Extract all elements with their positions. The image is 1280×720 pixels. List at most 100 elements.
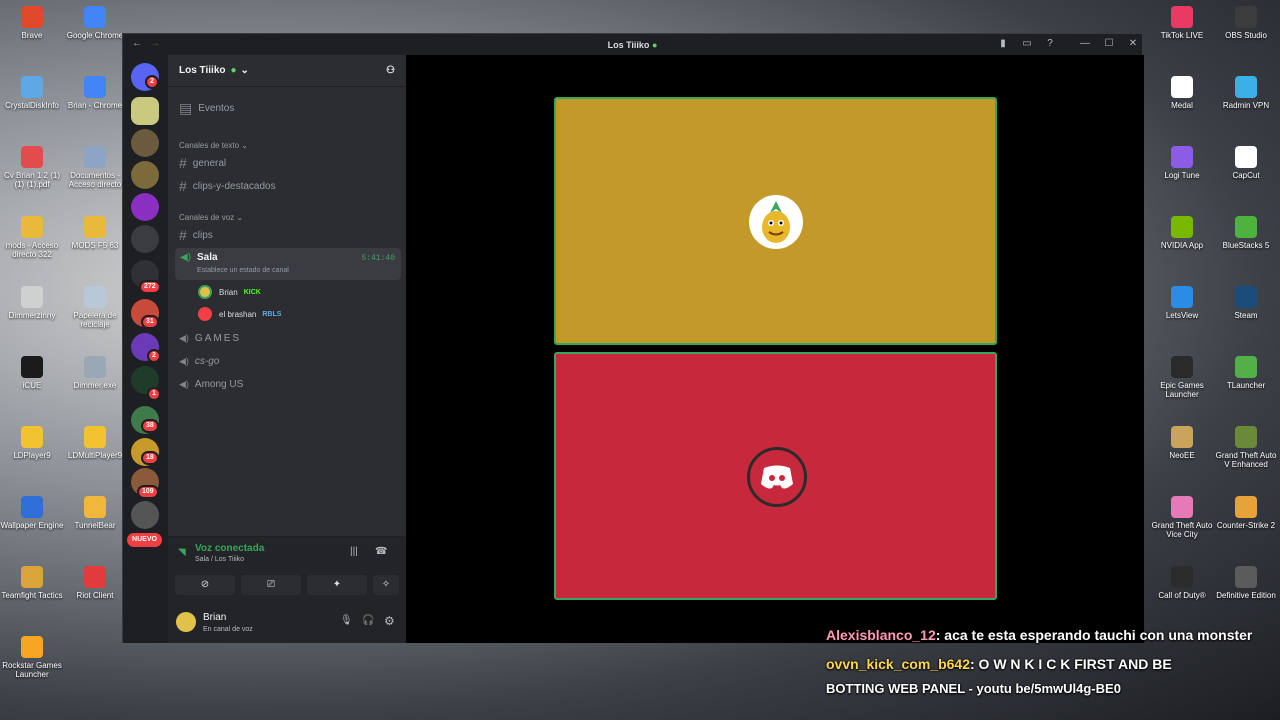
voice-timer: 5:41:40	[361, 254, 395, 263]
soundboard-button[interactable]: ✧	[373, 575, 399, 595]
app-icon	[1171, 356, 1193, 378]
headphones-icon[interactable]: 🎧	[362, 615, 374, 626]
desktop-icon[interactable]: LetsView	[1150, 286, 1214, 320]
hash-icon: #	[179, 227, 187, 243]
help-icon[interactable]: ?	[1044, 38, 1056, 50]
desktop-icon[interactable]: TLauncher	[1214, 356, 1278, 390]
desktop-icon[interactable]: Call of Duty®	[1150, 566, 1214, 600]
desktop-icon[interactable]: MODS F5 63	[63, 216, 127, 250]
server-icon-10[interactable]	[131, 501, 159, 529]
desktop-icon-label: LDMultiPlayer9	[67, 451, 123, 460]
desktop-icon[interactable]: Google Chrome	[63, 6, 127, 40]
channel-clips-y-destacados[interactable]: # clips-y-destacados	[179, 178, 276, 194]
desktop-icon[interactable]: Cv Brian 1 2 (1) (1) (1).pdf	[0, 146, 64, 189]
app-icon	[21, 566, 43, 588]
voice-participant-el-brashan[interactable]: el brashan RBLS	[198, 307, 281, 321]
desktop-icon[interactable]: Counter-Strike 2	[1214, 496, 1278, 530]
server-header[interactable]: Los Tiiiko ● ⌄ ⚇	[168, 55, 406, 87]
desktop-icon-label: LetsView	[1165, 311, 1199, 320]
channel-general[interactable]: # general	[179, 155, 226, 171]
maximize-button[interactable]: ☐	[1103, 38, 1115, 50]
activities-button[interactable]: ✦	[307, 575, 367, 595]
voice-participant-brian[interactable]: Brian KICK	[198, 285, 261, 299]
desktop-icon[interactable]: iCUE	[0, 356, 64, 390]
voice-category[interactable]: Canales de voz ⌄	[179, 213, 243, 222]
events-item[interactable]: ▤ Eventos	[179, 100, 234, 117]
app-icon	[1235, 356, 1257, 378]
desktop-icon[interactable]: NeoEE	[1150, 426, 1214, 460]
server-icon-2[interactable]	[131, 129, 159, 157]
server-icon-3[interactable]	[131, 161, 159, 189]
voice-channel-cs-go[interactable]: ◀) cs-go	[179, 356, 219, 367]
desktop-icon[interactable]: Epic Games Launcher	[1150, 356, 1214, 399]
desktop-icon[interactable]: Papelera de reciclaje	[63, 286, 127, 329]
rbls-tag: RBLS	[262, 310, 282, 318]
app-icon	[84, 356, 106, 378]
desktop-icon-label: Epic Games Launcher	[1160, 381, 1204, 399]
add-member-icon[interactable]: ⚇	[386, 65, 395, 76]
text-category[interactable]: Canales de texto ⌄	[179, 141, 248, 150]
server-folder-1[interactable]	[131, 225, 159, 253]
desktop-icon[interactable]: Grand Theft Auto Vice City	[1150, 496, 1214, 539]
desktop-icon[interactable]: BlueStacks 5	[1214, 216, 1278, 250]
desktop-icon[interactable]: Wallpaper Engine	[0, 496, 64, 530]
desktop-icon[interactable]: Dimmerzinny	[0, 286, 64, 320]
participant-name: Brian	[219, 287, 238, 297]
inbox-icon[interactable]: ▮	[997, 38, 1009, 50]
desktop-icon[interactable]: TunnelBear	[63, 496, 127, 530]
server-icon-los-tiiiko[interactable]	[131, 97, 159, 125]
desktop-icon[interactable]: Logi Tune	[1150, 146, 1214, 180]
desktop-icon[interactable]: Teamfight Tactics	[0, 566, 64, 600]
minimize-button[interactable]: —	[1079, 38, 1091, 50]
desktop-icon-label: OBS Studio	[1225, 31, 1267, 40]
desktop-icon-label: Radmin VPN	[1222, 101, 1270, 110]
desktop-icon[interactable]: Rockstar Games Launcher	[0, 636, 64, 679]
desktop-icon-label: Documentos - Acceso directo	[68, 171, 122, 189]
chat-user: ovvn_kick_com_b642	[826, 656, 970, 672]
server-icon-4[interactable]	[131, 193, 159, 221]
participant-tile-brian[interactable]	[554, 97, 997, 345]
noise-suppression-icon[interactable]: |||	[350, 546, 358, 557]
desktop-icon-label: Brave	[21, 31, 43, 40]
desktop-icon[interactable]: Definitive Edition	[1214, 566, 1278, 600]
desktop-icon[interactable]: Steam	[1214, 286, 1278, 320]
new-badge[interactable]: NUEVO	[127, 533, 162, 547]
desktop-icon[interactable]: LDPlayer9	[0, 426, 64, 460]
participant-tile-el-brashan[interactable]	[554, 352, 997, 600]
desktop-icon[interactable]: mods - Acceso directo 322	[0, 216, 64, 259]
desktop-icon[interactable]: TikTok LIVE	[1150, 6, 1214, 40]
desktop-icon[interactable]: OBS Studio	[1214, 6, 1278, 40]
user-avatar[interactable]	[176, 612, 196, 632]
screen-icon[interactable]: ▭	[1021, 38, 1033, 50]
desktop-icon[interactable]: NVIDIA App	[1150, 216, 1214, 250]
desktop-icon[interactable]: CapCut	[1214, 146, 1278, 180]
voice-channel-games[interactable]: ◀) GAMES	[179, 333, 241, 344]
app-icon	[84, 216, 106, 238]
camera-toggle-button[interactable]: ⊘	[175, 575, 235, 595]
desktop-icon[interactable]: Brian - Chrome	[63, 76, 127, 110]
voice-location[interactable]: Sala / Los Tiiiko	[195, 556, 244, 563]
desktop-icon[interactable]: Riot Client	[63, 566, 127, 600]
settings-gear-icon[interactable]: ⚙	[384, 614, 395, 628]
desktop-icon-label: TikTok LIVE	[1160, 31, 1204, 40]
desktop-icon-label: iCUE	[22, 381, 42, 390]
desktop-icon[interactable]: Medal	[1150, 76, 1214, 110]
microphone-icon[interactable]: 🎙	[340, 615, 353, 626]
desktop-icon[interactable]: Radmin VPN	[1214, 76, 1278, 110]
desktop-icon-label: Wallpaper Engine	[0, 521, 64, 530]
desktop-icon[interactable]: Dimmer.exe	[63, 356, 127, 390]
channel-status-prompt[interactable]: Establece un estado de canal	[197, 267, 289, 274]
voice-channel-sala[interactable]: ◀) Sala 5:41:40 Establece un estado de c…	[175, 248, 401, 280]
close-button[interactable]: ✕	[1127, 38, 1139, 50]
desktop-icon[interactable]: Documentos - Acceso directo	[63, 146, 127, 189]
screen-share-button[interactable]: ⎚	[241, 575, 301, 595]
desktop-icon[interactable]: Grand Theft Auto V Enhanced	[1214, 426, 1278, 469]
disconnect-icon[interactable]: ☎	[375, 546, 387, 557]
desktop-icon-label: TLauncher	[1226, 381, 1266, 390]
desktop-icon[interactable]: Brave	[0, 6, 64, 40]
user-status: En canal de voz	[203, 626, 253, 633]
desktop-icon[interactable]: LDMultiPlayer9	[63, 426, 127, 460]
channel-clips-voice[interactable]: # clips	[179, 227, 213, 243]
voice-channel-among-us[interactable]: ◀) Among US	[179, 379, 243, 390]
desktop-icon[interactable]: CrystalDiskInfo	[0, 76, 64, 110]
